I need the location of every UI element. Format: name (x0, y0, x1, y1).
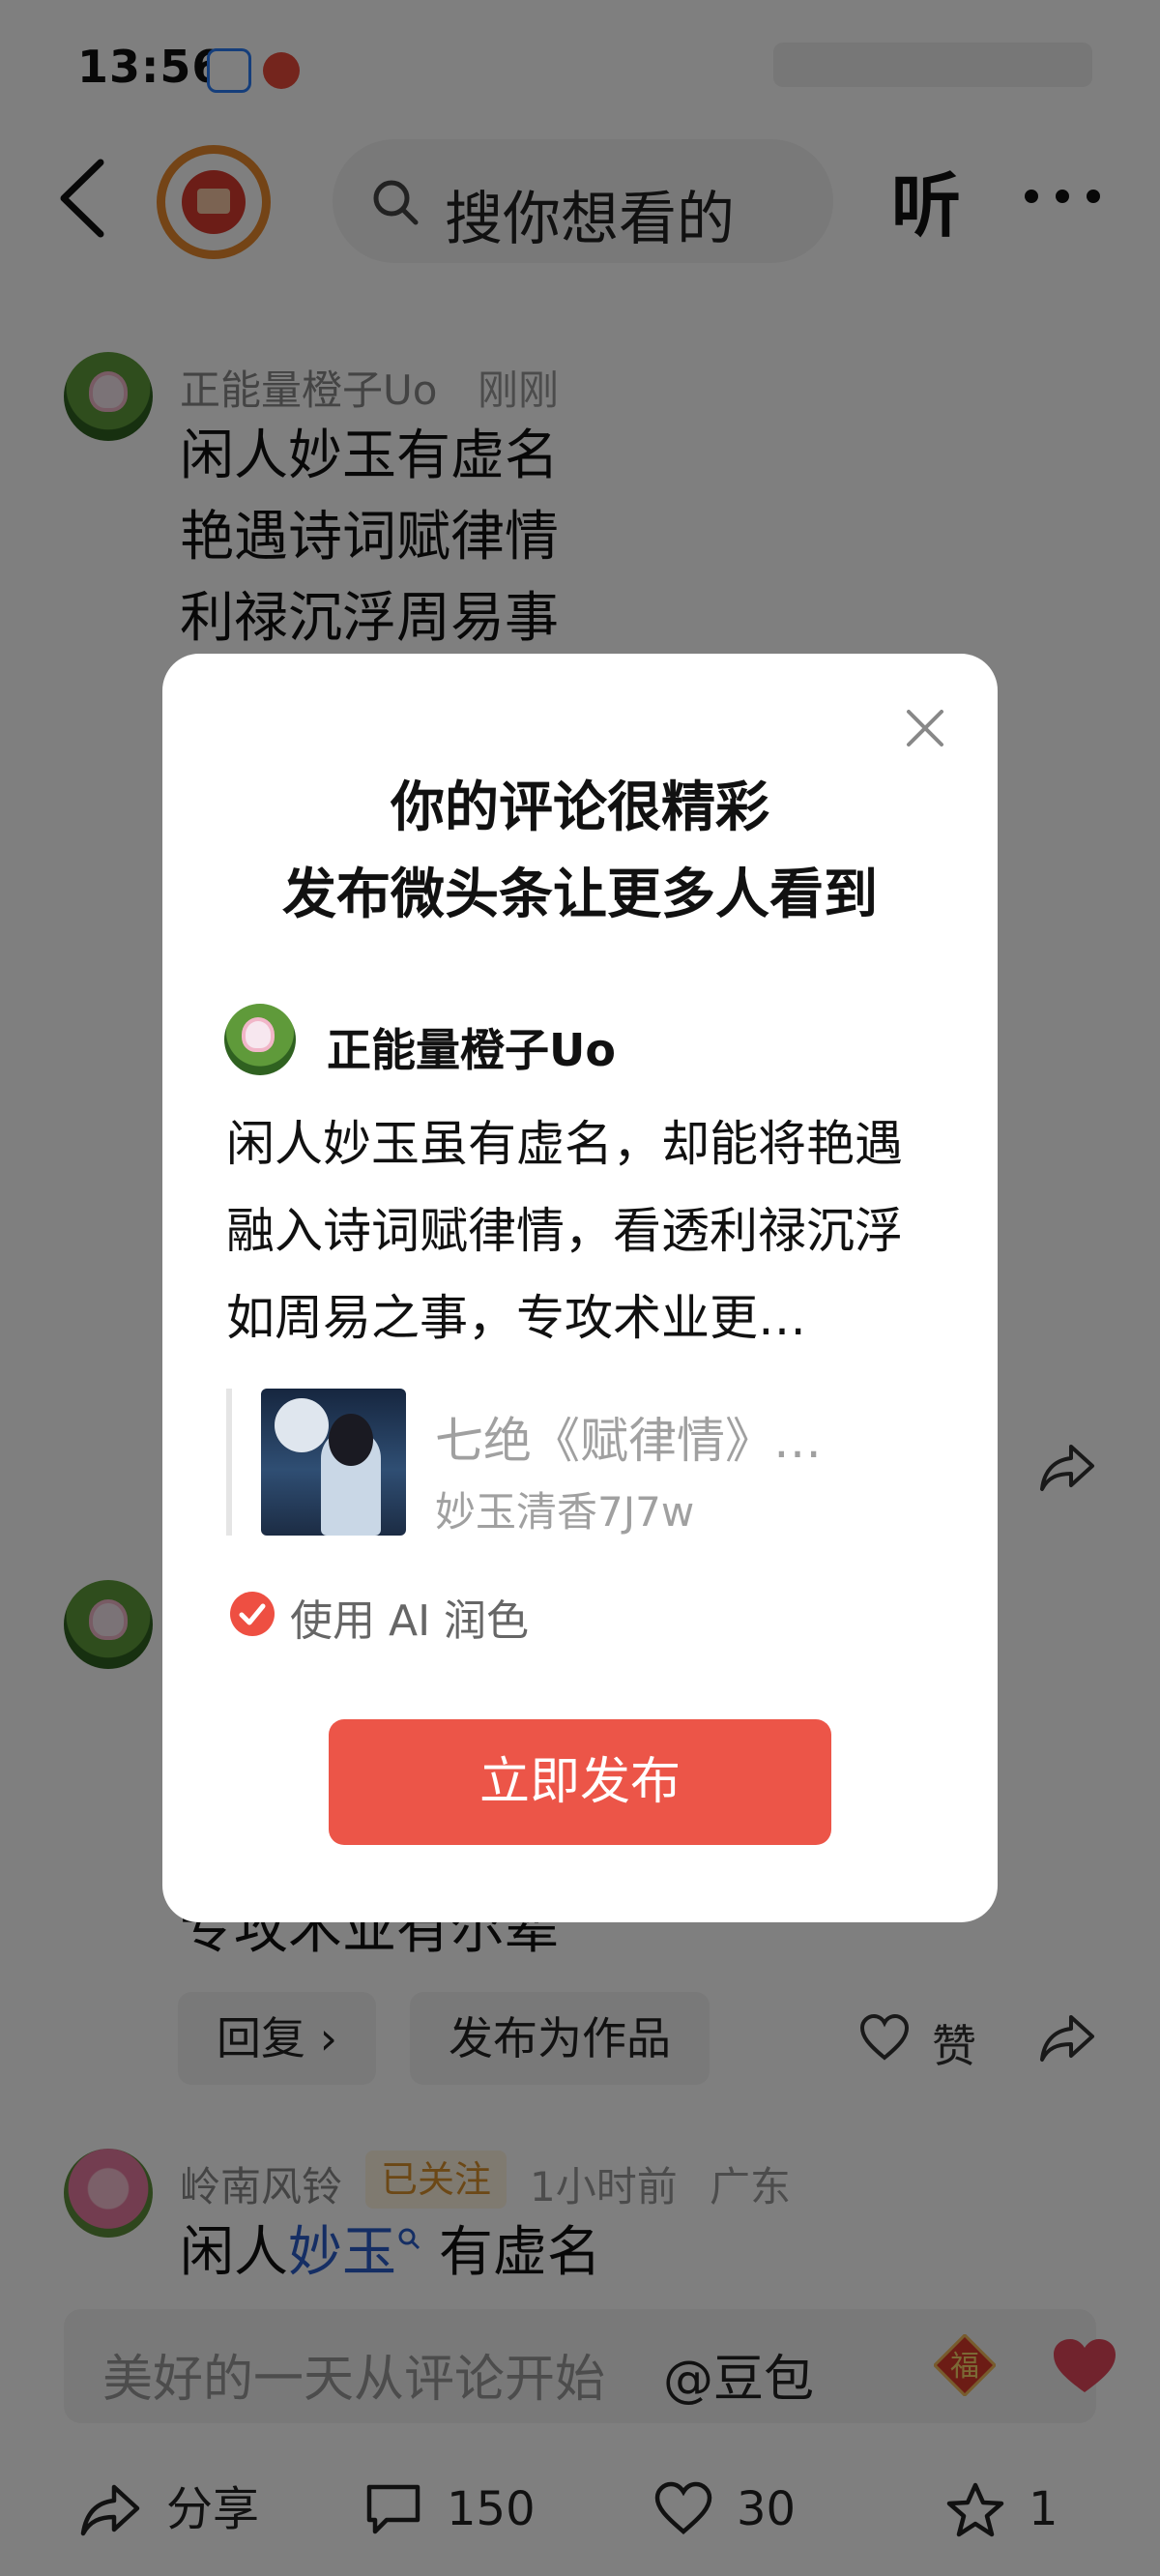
ai-polish-label[interactable]: 使用 AI 润色 (290, 1586, 529, 1648)
publish-dialog: 你的评论很精彩 发布微头条让更多人看到 正能量橙子Uo 闲人妙玉虽有虚名，却能将… (162, 654, 998, 1922)
ai-polish-checkbox[interactable] (230, 1592, 275, 1636)
article-thumbnail (261, 1389, 406, 1536)
close-icon[interactable] (901, 704, 949, 752)
dialog-author: 正能量橙子Uo (327, 1024, 616, 1076)
publish-now-button[interactable]: 立即发布 (329, 1719, 831, 1845)
dialog-title: 你的评论很精彩 (391, 776, 769, 839)
article-author: 妙玉清香7J7w (435, 1488, 695, 1536)
check-icon (239, 1603, 266, 1625)
dialog-comment-text: 闲人妙玉虽有虚名，却能将艳遇融入诗词赋律情，看透利禄沉浮如周易之事，专攻术业更… (226, 1116, 903, 1346)
quoted-article[interactable]: 七绝《赋律情》… 妙玉清香7J7w (226, 1389, 942, 1536)
avatar (224, 1004, 296, 1075)
article-title: 七绝《赋律情》… (435, 1413, 822, 1469)
dialog-subtitle: 发布微头条让更多人看到 (282, 864, 878, 926)
